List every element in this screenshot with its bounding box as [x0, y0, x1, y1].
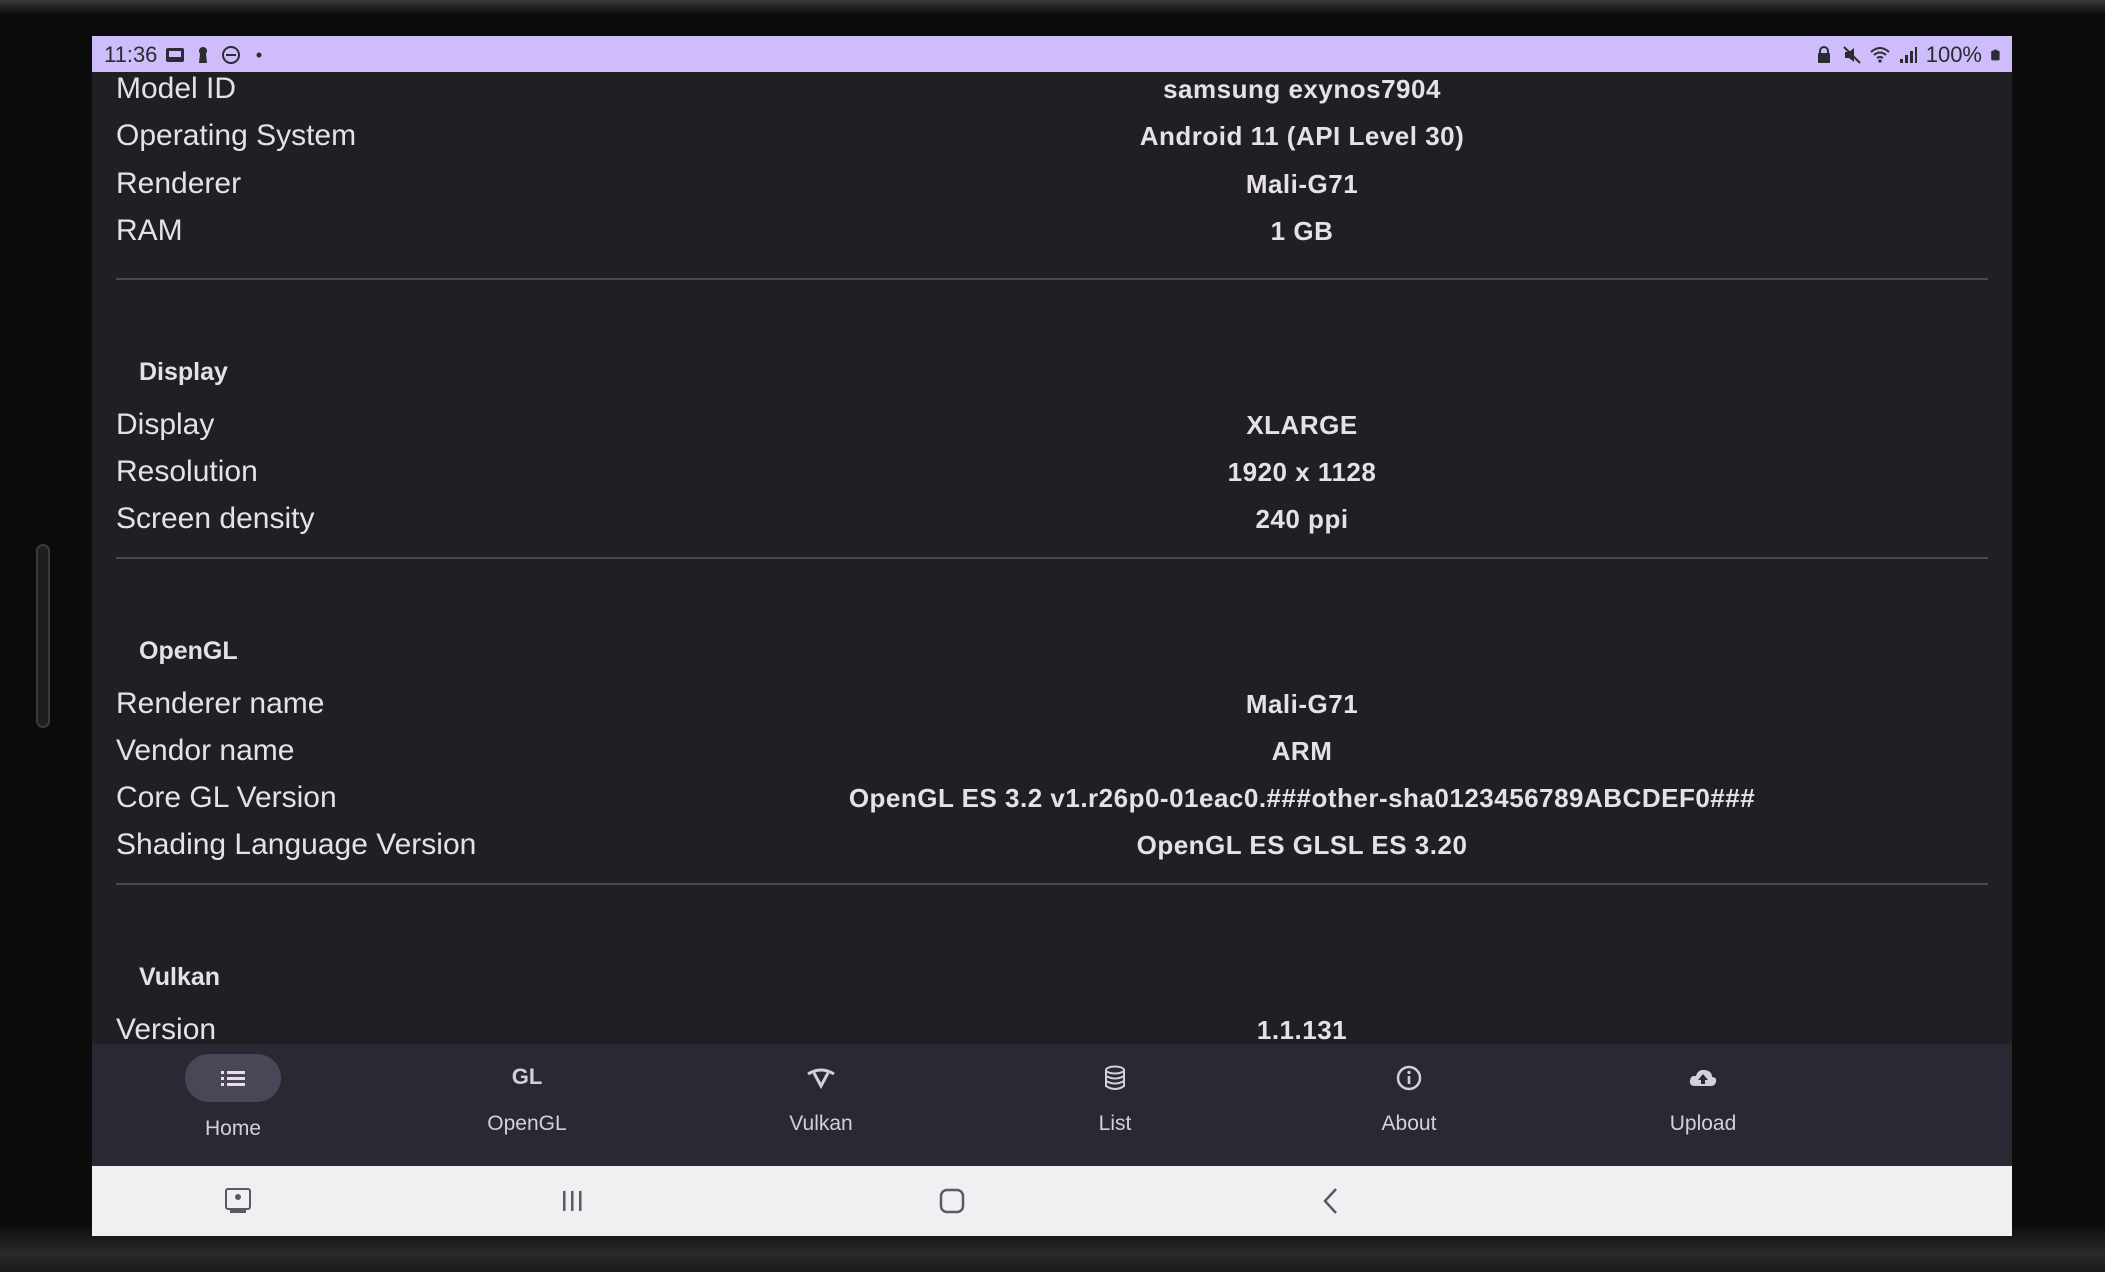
nav-item-list[interactable]: List: [1015, 1054, 1215, 1154]
back-icon[interactable]: [1312, 1184, 1352, 1218]
screenshot-icon: [166, 48, 185, 62]
row-value: 1920 x 1128: [1227, 457, 1377, 487]
row-value: XLARGE: [1246, 410, 1358, 440]
info-row: Operating System Android 11 (API Level 3…: [116, 119, 1988, 165]
list-icon: [221, 1071, 245, 1086]
mute-icon: [1843, 46, 1861, 64]
info-content[interactable]: Model ID samsung exynos7904 Operating Sy…: [92, 72, 2012, 1080]
row-value: samsung exynos7904: [1163, 74, 1441, 104]
row-value: 240 ppi: [1255, 504, 1349, 534]
nav-item-about[interactable]: About: [1309, 1054, 1509, 1154]
vulkan-icon: [807, 1068, 835, 1090]
info-row: Shading Language Version OpenGL ES GLSL …: [116, 828, 1988, 874]
system-navigation-bar: [92, 1166, 2012, 1236]
info-row: Vendor name ARM: [116, 734, 1988, 780]
keyhole-icon: [199, 47, 208, 63]
dnd-icon: [222, 46, 241, 64]
cloud-upload-icon: [1689, 1069, 1717, 1086]
nav-label: Vulkan: [789, 1112, 853, 1135]
nav-label: OpenGL: [487, 1112, 567, 1135]
gl-icon: GL: [511, 1064, 543, 1089]
status-time: 11:36: [104, 42, 158, 67]
info-row: Renderer Mali-G71: [116, 167, 1988, 213]
bottom-navigation: Home GL OpenGL Vulkan List About Upload: [92, 1044, 2012, 1166]
database-icon: [1105, 1065, 1125, 1090]
status-left: 11:36: [104, 42, 269, 68]
recents-icon[interactable]: [552, 1184, 592, 1218]
row-value: Mali-G71: [1245, 169, 1359, 199]
info-row: Renderer name Mali-G71: [116, 687, 1988, 733]
row-value: 1.1.131: [1256, 1015, 1348, 1045]
status-right: 100%: [1814, 42, 2002, 68]
nav-item-vulkan[interactable]: Vulkan: [721, 1054, 921, 1154]
section-divider: [116, 278, 1988, 280]
battery-icon: [1991, 49, 2000, 61]
device-bezel: 11:36 100% Model ID samsung exynos7904 O…: [0, 0, 2105, 1272]
info-row: RAM 1 GB: [116, 214, 1988, 260]
nav-item-home[interactable]: Home: [133, 1054, 333, 1154]
dot-icon: [256, 52, 262, 58]
section-divider: [116, 557, 1988, 559]
section-divider: [116, 883, 1988, 885]
nav-label: About: [1381, 1112, 1437, 1135]
nav-item-opengl[interactable]: GL OpenGL: [427, 1054, 627, 1154]
wifi-icon: [1870, 47, 1890, 63]
signal-icon: [1899, 47, 1917, 63]
row-value: OpenGL ES 3.2 v1.r26p0-01eac0.###other-s…: [848, 783, 1756, 813]
info-row: Screen density 240 ppi: [116, 502, 1988, 548]
home-icon[interactable]: [932, 1184, 972, 1218]
info-row: Core GL Version OpenGL ES 3.2 v1.r26p0-0…: [116, 781, 1988, 827]
row-value: Android 11 (API Level 30): [1139, 121, 1465, 151]
nav-label: Home: [204, 1117, 262, 1140]
lock-icon: [1817, 46, 1830, 63]
section-title-display: Display: [139, 358, 228, 386]
nav-label: List: [1098, 1112, 1132, 1135]
row-value: Mali-G71: [1245, 689, 1359, 719]
section-title-vulkan: Vulkan: [139, 963, 221, 991]
status-bar: 11:36 100%: [92, 36, 2012, 72]
side-button: [36, 544, 50, 728]
nav-item-upload[interactable]: Upload: [1603, 1054, 1803, 1154]
row-value: ARM: [1271, 736, 1333, 766]
row-value: 1 GB: [1270, 216, 1334, 246]
screen-icon[interactable]: [218, 1184, 258, 1218]
nav-label: Upload: [1669, 1112, 1737, 1135]
info-row: Display XLARGE: [116, 408, 1988, 454]
info-icon: [1396, 1065, 1422, 1091]
device-screen: 11:36 100% Model ID samsung exynos7904 O…: [92, 36, 2012, 1236]
section-title-opengl: OpenGL: [139, 637, 238, 665]
bezel-top-edge: [0, 0, 2105, 14]
battery-percent: 100%: [1925, 42, 1982, 67]
info-row: Model ID samsung exynos7904: [116, 72, 1988, 118]
info-row: Resolution 1920 x 1128: [116, 455, 1988, 501]
row-value: OpenGL ES GLSL ES 3.20: [1136, 830, 1468, 860]
